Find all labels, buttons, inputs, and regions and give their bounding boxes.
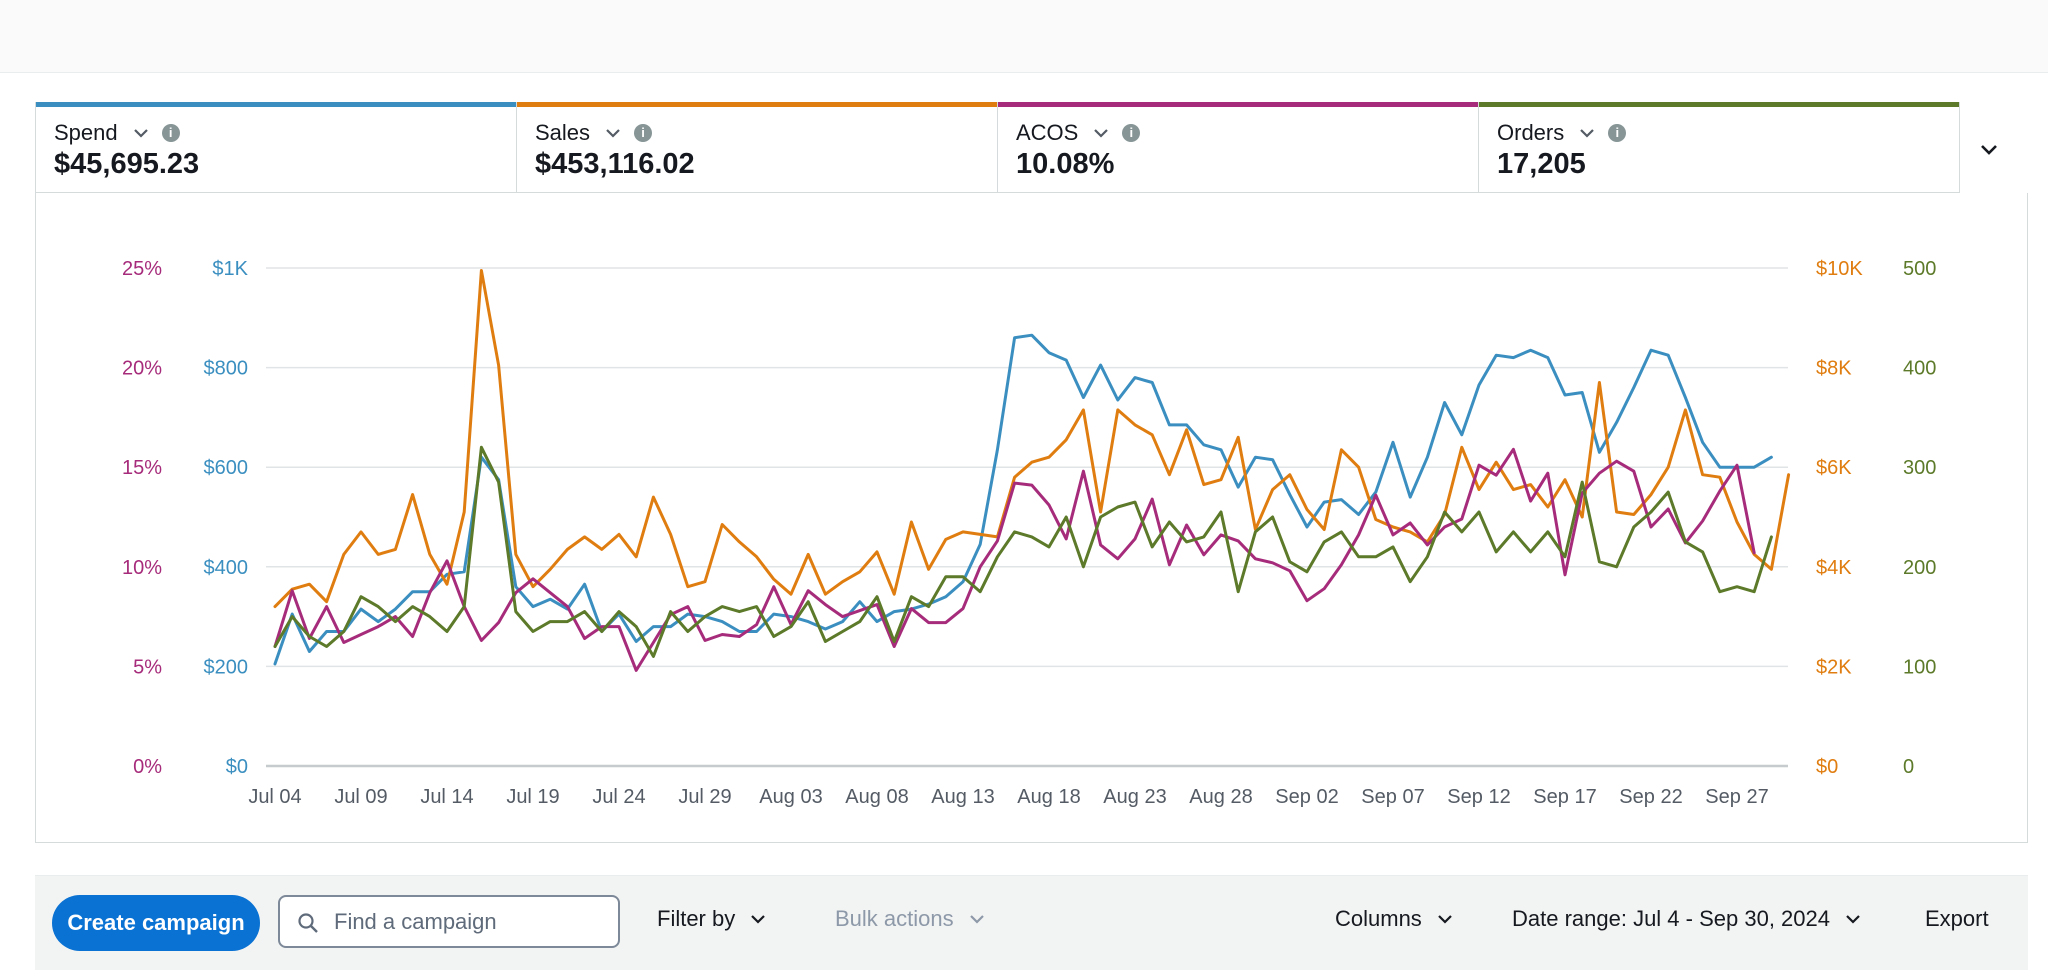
metric-color-bar	[1479, 102, 1959, 107]
create-campaign-button[interactable]: Create campaign	[52, 895, 260, 951]
metric-tile-sales[interactable]: Sales i $453,116.02	[517, 102, 998, 193]
x-tick-label: Aug 28	[1189, 786, 1252, 808]
chevron-down-icon	[969, 915, 984, 924]
x-tick-label: Aug 08	[845, 786, 908, 808]
info-icon[interactable]: i	[161, 124, 180, 142]
spend-tick-label: $200	[204, 656, 249, 678]
orders-tick-label: 400	[1903, 358, 1936, 380]
sales-tick-label: $8K	[1816, 358, 1852, 380]
metric-value: 17,205	[1497, 148, 1586, 180]
x-tick-label: Aug 13	[931, 786, 994, 808]
bulk-actions-dropdown[interactable]: Bulk actions	[835, 906, 986, 932]
campaign-toolbar: Create campaign Find a campaign Filter b…	[35, 875, 2028, 970]
acos-tick-label: 10%	[122, 557, 162, 579]
chevron-down-icon	[1438, 915, 1452, 924]
spend-tick-label: $600	[204, 457, 249, 479]
filter-by-label: Filter by	[657, 906, 736, 931]
columns-dropdown[interactable]: Columns	[1335, 906, 1454, 932]
x-tick-label: Aug 18	[1017, 786, 1080, 808]
orders-tick-label: 200	[1903, 557, 1936, 579]
performance-chart: 0% 5% 10% 15% 20% 25% $0 $200 $400 $600 $800 $1K $0 $…	[35, 193, 2028, 843]
columns-label: Columns	[1335, 906, 1422, 931]
export-label: Export	[1925, 906, 1989, 931]
collapse-chart-chevron-down-icon[interactable]	[1976, 136, 2002, 162]
acos-tick-label: 25%	[122, 258, 162, 280]
search-placeholder: Find a campaign	[334, 909, 497, 934]
spend-tick-label: $0	[226, 756, 248, 778]
info-icon[interactable]: i	[1122, 124, 1141, 142]
acos-tick-label: 20%	[122, 358, 162, 380]
top-bar	[0, 0, 2048, 73]
metric-label: Spend	[54, 120, 118, 145]
spend-tick-label: $1K	[212, 258, 248, 280]
metric-label: Sales	[535, 120, 591, 145]
orders-tick-label: 300	[1903, 457, 1936, 479]
sales-tick-label: $0	[1816, 756, 1838, 778]
search-icon	[298, 913, 318, 933]
x-tick-label: Jul 19	[506, 786, 559, 808]
acos-tick-label: 15%	[122, 457, 162, 479]
chevron-down-icon[interactable]	[132, 124, 150, 142]
date-range-label: Date range: Jul 4 - Sep 30, 2024	[1512, 906, 1830, 931]
x-tick-label: Sep 17	[1533, 786, 1596, 808]
acos-tick-label: 0%	[133, 756, 162, 778]
spend-tick-label: $800	[204, 358, 249, 380]
metric-value: $45,695.23	[54, 148, 200, 180]
sales-tick-label: $4K	[1816, 557, 1852, 579]
x-tick-label: Sep 12	[1447, 786, 1510, 808]
date-range-dropdown[interactable]: Date range: Jul 4 - Sep 30, 2024	[1512, 906, 1862, 932]
x-tick-label: Sep 27	[1705, 786, 1768, 808]
bulk-actions-label: Bulk actions	[835, 906, 954, 931]
chevron-down-icon[interactable]	[1092, 124, 1110, 142]
x-tick-label: Sep 07	[1361, 786, 1424, 808]
chevron-down-icon	[1846, 915, 1860, 924]
chart-svg: 0% 5% 10% 15% 20% 25% $0 $200 $400 $600 $800 $1K $0 $…	[122, 258, 1936, 808]
metric-label: Orders	[1497, 120, 1565, 145]
sales-tick-label: $6K	[1816, 457, 1852, 479]
metric-value: 10.08%	[1016, 148, 1115, 180]
metric-color-bar	[36, 102, 516, 107]
chevron-down-icon[interactable]	[604, 124, 622, 142]
series-line-acos	[273, 447, 1756, 672]
x-tick-label: Jul 14	[420, 786, 473, 808]
metric-tile-spend[interactable]: Spend i $45,695.23	[35, 102, 517, 193]
x-tick-label: Sep 22	[1619, 786, 1682, 808]
metrics-row: Spend i $45,695.23 Sales i $453,116.02 A…	[35, 102, 1960, 193]
chevron-down-icon[interactable]	[1578, 124, 1596, 142]
orders-tick-label: 100	[1903, 656, 1936, 678]
spend-tick-label: $400	[204, 557, 249, 579]
orders-tick-label: 500	[1903, 258, 1936, 280]
metric-color-bar	[517, 102, 997, 107]
x-tick-label: Jul 09	[334, 786, 387, 808]
export-button[interactable]: Export	[1925, 906, 1989, 932]
info-icon[interactable]: i	[634, 124, 653, 142]
metric-tile-acos[interactable]: ACOS i 10.08%	[998, 102, 1479, 193]
chevron-down-icon	[751, 915, 766, 924]
metric-color-bar	[998, 102, 1478, 107]
x-tick-label: Jul 29	[678, 786, 731, 808]
metric-label: ACOS	[1016, 120, 1079, 145]
search-input[interactable]: Find a campaign	[278, 895, 620, 948]
acos-tick-label: 5%	[133, 656, 162, 678]
orders-tick-label: 0	[1903, 756, 1914, 778]
sales-tick-label: $10K	[1816, 258, 1863, 280]
x-tick-label: Jul 24	[592, 786, 645, 808]
x-tick-label: Jul 04	[248, 786, 301, 808]
filter-by-dropdown[interactable]: Filter by	[657, 906, 767, 932]
metric-value: $453,116.02	[535, 148, 695, 180]
info-icon[interactable]: i	[1608, 124, 1627, 142]
metric-tile-orders[interactable]: Orders i 17,205	[1479, 102, 1960, 193]
sales-tick-label: $2K	[1816, 656, 1852, 678]
x-tick-label: Sep 02	[1275, 786, 1338, 808]
x-tick-label: Aug 23	[1103, 786, 1166, 808]
x-tick-label: Aug 03	[759, 786, 822, 808]
